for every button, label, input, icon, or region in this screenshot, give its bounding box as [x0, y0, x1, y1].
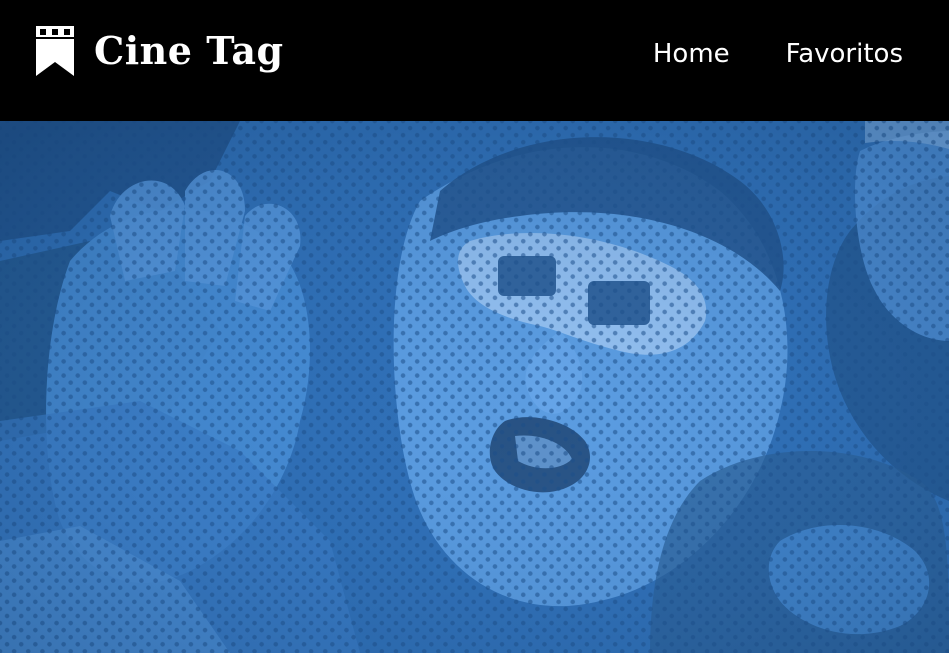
nav-link-favoritos[interactable]: Favoritos — [786, 34, 903, 74]
hero-banner-image — [0, 121, 949, 653]
hero-halftone-photo — [0, 121, 949, 653]
nav-link-home[interactable]: Home — [653, 34, 730, 74]
main-nav: Home Favoritos — [653, 34, 903, 74]
brand-logo-link[interactable]: Cine Tag — [36, 26, 284, 76]
film-bookmark-icon — [36, 26, 74, 76]
top-navigation-bar: Cine Tag Home Favoritos — [0, 0, 949, 121]
brand-name: Cine Tag — [94, 28, 284, 73]
